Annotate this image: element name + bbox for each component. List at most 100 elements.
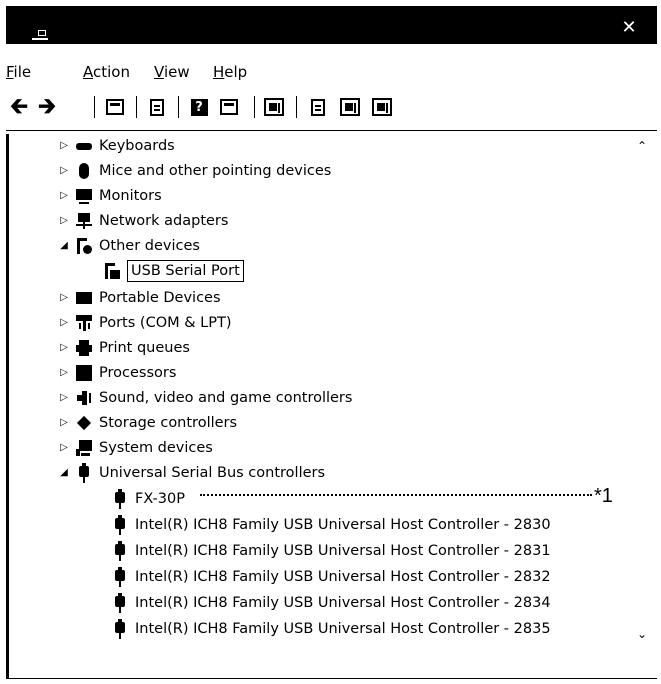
forward-button[interactable]: 🡲 <box>34 95 60 119</box>
expand-arrow-icon[interactable]: ▷ <box>57 184 71 208</box>
update-driver-button[interactable] <box>304 95 332 119</box>
tree-node-ports[interactable]: ▷ Ports (COM & LPT) <box>57 311 231 335</box>
menu-action-accel: A <box>83 63 93 81</box>
expand-arrow-icon[interactable]: ▷ <box>57 209 71 233</box>
tree-node-mice[interactable]: ▷ Mice and other pointing devices <box>57 159 331 183</box>
menu-help[interactable]: Help <box>213 60 247 84</box>
usb-plug-icon <box>115 541 125 561</box>
device-tree: ▷ Keyboards ▷ Mice and other pointing de… <box>9 134 629 654</box>
tree-node-label: Sound, video and game controllers <box>99 390 353 406</box>
console-tree-icon <box>106 99 124 115</box>
menu-file[interactable]: File <box>6 60 31 84</box>
tree-node-processors[interactable]: ▷ Processors <box>57 361 176 385</box>
tree-node-network-adapters[interactable]: ▷ Network adapters <box>57 209 228 233</box>
tree-node-keyboards[interactable]: ▷ Keyboards <box>57 134 175 158</box>
portable-device-icon <box>75 289 93 307</box>
menu-action[interactable]: Action <box>83 60 130 84</box>
tree-node-usb-child[interactable]: Intel(R) ICH8 Family USB Universal Host … <box>109 617 551 641</box>
tree-node-label: FX-30P <box>135 491 185 507</box>
tree-node-other-devices[interactable]: ◢ Other devices <box>57 234 200 258</box>
scroll-down-arrow[interactable]: ⌄ <box>635 627 649 641</box>
unknown-device-warning-icon <box>103 262 121 280</box>
tree-node-label: Keyboards <box>99 138 175 154</box>
properties-icon <box>150 98 164 116</box>
usb-plug-icon <box>115 593 125 613</box>
title-bar[interactable]: ✕ <box>6 6 657 44</box>
toolbar-separator <box>254 96 255 118</box>
network-adapter-icon <box>75 212 93 230</box>
scroll-up-arrow[interactable]: ⌃ <box>635 139 649 153</box>
tree-node-usb-child[interactable]: Intel(R) ICH8 Family USB Universal Host … <box>109 539 551 563</box>
tree-node-label: System devices <box>99 440 213 456</box>
help-icon: ? <box>190 98 208 116</box>
tree-node-usb-child[interactable]: Intel(R) ICH8 Family USB Universal Host … <box>109 591 551 615</box>
mouse-icon <box>75 162 93 180</box>
tree-node-label: Other devices <box>99 238 200 254</box>
tree-node-label: Processors <box>99 365 177 381</box>
show-hide-action-pane-button[interactable] <box>216 95 242 119</box>
tree-node-usb-child[interactable]: Intel(R) ICH8 Family USB Universal Host … <box>109 513 551 537</box>
expand-arrow-icon[interactable]: ▷ <box>57 436 71 460</box>
properties-button[interactable] <box>144 95 170 119</box>
menu-file-accel: F <box>6 63 14 81</box>
tree-node-storage-controllers[interactable]: ▷ Storage controllers <box>57 411 237 435</box>
expand-arrow-icon[interactable]: ▷ <box>57 134 71 158</box>
tree-node-sound[interactable]: ▷ Sound, video and game controllers <box>57 386 352 410</box>
tree-node-usb-child[interactable]: Intel(R) ICH8 Family USB Universal Host … <box>109 565 551 589</box>
expand-arrow-icon[interactable]: ▷ <box>57 361 71 385</box>
monitor-icon <box>75 187 93 205</box>
tree-node-label: Intel(R) ICH8 Family USB Universal Host … <box>135 543 551 559</box>
usb-plug-icon <box>115 619 125 639</box>
tree-node-label: Intel(R) ICH8 Family USB Universal Host … <box>135 595 551 611</box>
toolbar: 🡰 🡲 ? <box>6 92 646 124</box>
tree-node-label: Ports (COM & LPT) <box>99 315 232 331</box>
expand-arrow-icon[interactable]: ▷ <box>57 336 71 360</box>
expand-arrow-icon[interactable]: ▷ <box>57 311 71 335</box>
back-button[interactable]: 🡰 <box>6 95 32 119</box>
tree-node-label: USB Serial Port <box>127 260 244 282</box>
tree-node-label: Mice and other pointing devices <box>99 163 332 179</box>
scan-hardware-icon <box>264 98 284 116</box>
collapse-arrow-icon[interactable]: ◢ <box>57 234 71 258</box>
tree-node-usb-controllers[interactable]: ◢ Universal Serial Bus controllers <box>57 461 325 485</box>
menu-help-rest: elp <box>224 63 248 81</box>
close-button[interactable]: ✕ <box>617 16 641 40</box>
menu-view-rest: iew <box>163 63 190 81</box>
tree-node-label: Monitors <box>99 188 162 204</box>
tree-node-label: Storage controllers <box>99 415 238 431</box>
menu-action-rest: ction <box>93 63 130 81</box>
uninstall-device-button[interactable] <box>336 95 364 119</box>
collapse-arrow-icon[interactable]: ◢ <box>57 461 71 485</box>
tree-node-usb-serial-port[interactable]: USB Serial Port <box>101 259 244 283</box>
expand-arrow-icon[interactable]: ▷ <box>57 286 71 310</box>
expand-arrow-icon[interactable]: ▷ <box>57 159 71 183</box>
annotation-marker: *1 <box>594 485 613 507</box>
scan-hardware-button[interactable] <box>260 95 288 119</box>
tree-node-monitors[interactable]: ▷ Monitors <box>57 184 162 208</box>
processor-icon <box>75 364 93 382</box>
expand-arrow-icon[interactable]: ▷ <box>57 386 71 410</box>
annotation-leader-line <box>200 494 592 496</box>
system-device-icon <box>75 439 93 457</box>
toolbar-separator <box>94 96 95 118</box>
show-hide-console-tree-button[interactable] <box>102 95 128 119</box>
toolbar-separator <box>178 96 179 118</box>
enable-device-button[interactable] <box>368 95 396 119</box>
tree-node-system-devices[interactable]: ▷ System devices <box>57 436 213 460</box>
storage-controller-icon <box>75 414 93 432</box>
menu-file-rest: ile <box>13 63 32 81</box>
tree-node-portable-devices[interactable]: ▷ Portable Devices <box>57 286 220 310</box>
usb-plug-icon <box>115 567 125 587</box>
expand-arrow-icon[interactable]: ▷ <box>57 411 71 435</box>
action-pane-icon <box>220 99 238 115</box>
update-driver-icon <box>311 98 325 116</box>
help-button[interactable]: ? <box>186 95 212 119</box>
forward-arrow-icon: 🡲 <box>38 94 56 119</box>
tree-node-label: Intel(R) ICH8 Family USB Universal Host … <box>135 621 551 637</box>
tree-node-print-queues[interactable]: ▷ Print queues <box>57 336 190 360</box>
port-icon <box>75 314 93 332</box>
unknown-device-icon <box>75 237 93 255</box>
usb-plug-icon <box>115 515 125 535</box>
tree-node-usb-child[interactable]: FX-30P <box>109 487 185 511</box>
menu-view[interactable]: View <box>154 60 190 84</box>
